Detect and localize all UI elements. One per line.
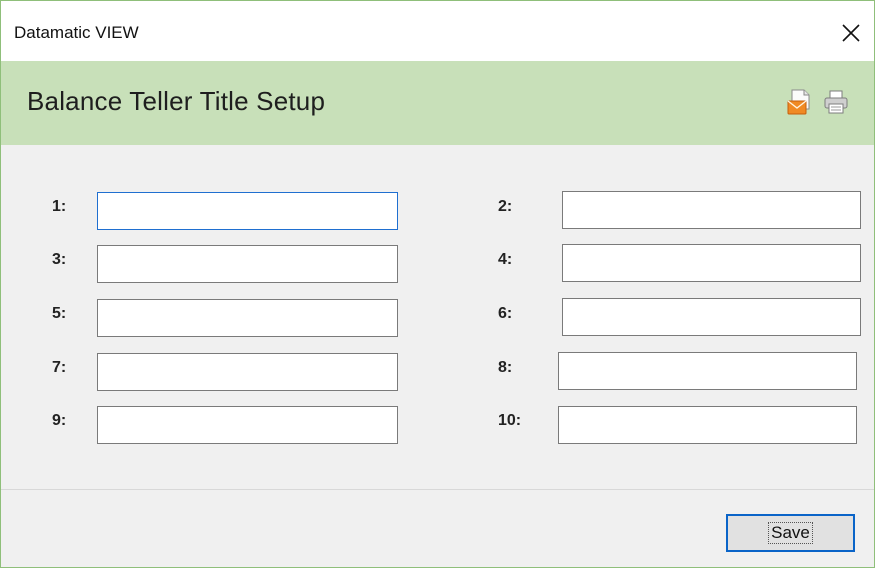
field-label-7: 7: bbox=[52, 359, 67, 376]
save-button[interactable]: Save bbox=[726, 514, 855, 552]
title-field-9[interactable] bbox=[97, 406, 398, 444]
title-field-2[interactable] bbox=[562, 191, 861, 229]
title-bar: Datamatic VIEW bbox=[1, 1, 874, 61]
close-icon bbox=[842, 24, 860, 42]
title-field-4[interactable] bbox=[562, 244, 861, 282]
field-label-3: 3: bbox=[52, 251, 67, 268]
app-title: Datamatic VIEW bbox=[14, 23, 139, 42]
print-button[interactable] bbox=[823, 89, 849, 115]
field-label-9: 9: bbox=[52, 412, 67, 429]
title-field-5[interactable] bbox=[97, 299, 398, 337]
field-label-8: 8: bbox=[498, 359, 513, 376]
page-header: Balance Teller Title Setup bbox=[1, 61, 874, 145]
field-label-5: 5: bbox=[52, 305, 67, 322]
field-label-10: 10: bbox=[498, 412, 522, 429]
title-field-3[interactable] bbox=[97, 245, 398, 283]
footer-divider bbox=[1, 489, 874, 490]
title-field-1[interactable] bbox=[97, 192, 398, 230]
mail-export-button[interactable] bbox=[787, 89, 813, 115]
title-field-7[interactable] bbox=[97, 353, 398, 391]
print-icon bbox=[824, 90, 848, 114]
page-title: Balance Teller Title Setup bbox=[27, 86, 326, 116]
field-label-2: 2: bbox=[498, 198, 513, 215]
dialog-window: Datamatic VIEW Balance Teller Title Setu… bbox=[0, 0, 875, 568]
field-label-1: 1: bbox=[52, 198, 67, 215]
mail-export-icon bbox=[787, 89, 810, 115]
close-button[interactable] bbox=[828, 13, 874, 53]
title-field-6[interactable] bbox=[562, 298, 861, 336]
field-label-6: 6: bbox=[498, 305, 513, 322]
title-field-8[interactable] bbox=[558, 352, 857, 390]
field-label-4: 4: bbox=[498, 251, 513, 268]
save-button-label: Save bbox=[768, 522, 813, 544]
title-field-10[interactable] bbox=[558, 406, 857, 444]
